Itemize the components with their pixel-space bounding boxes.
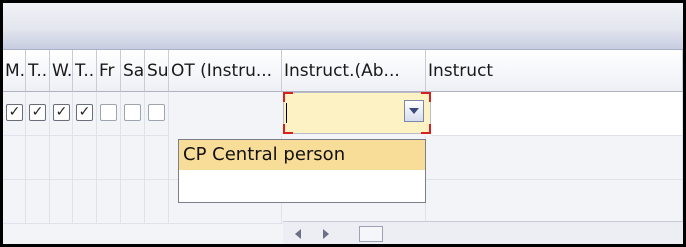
checkbox-thursday[interactable]: ✓ — [76, 104, 93, 121]
dropdown-list: CP Central person — [178, 139, 426, 203]
checkbox-monday[interactable]: ✓ — [6, 104, 23, 121]
cell[interactable] — [121, 136, 145, 180]
column-header-instruct-ab[interactable]: Instruct.(Ab... — [282, 50, 426, 92]
column-header-wednesday[interactable]: W. — [50, 50, 73, 92]
cell-wednesday: ✓ — [50, 92, 73, 136]
cell-tuesday: ✓ — [26, 92, 50, 136]
cell[interactable] — [3, 180, 26, 224]
cell[interactable] — [26, 180, 50, 224]
cell[interactable] — [426, 136, 683, 180]
cell[interactable] — [121, 180, 145, 224]
cell[interactable] — [26, 136, 50, 180]
column-header-instruct[interactable]: Instruct — [426, 50, 683, 92]
column-header-sunday[interactable]: Su — [145, 50, 169, 92]
cell[interactable] — [145, 180, 169, 224]
column-header-friday[interactable]: Fr — [97, 50, 121, 92]
cell-saturday — [121, 92, 145, 136]
horizontal-scrollbar[interactable] — [283, 221, 683, 244]
scrollbar-thumb[interactable] — [359, 226, 383, 242]
ot-instruction-combo[interactable] — [283, 92, 431, 134]
cell[interactable] — [97, 136, 121, 180]
dropdown-button[interactable] — [404, 100, 424, 122]
focus-corner — [421, 124, 431, 134]
cell-monday: ✓ — [3, 92, 26, 136]
checkbox-sunday[interactable] — [148, 104, 165, 121]
column-header-ot-instruction[interactable]: OT (Instru... — [169, 50, 282, 92]
cell[interactable] — [3, 136, 26, 180]
column-header-monday[interactable]: M. — [3, 50, 26, 92]
arrow-right-icon[interactable] — [323, 229, 329, 239]
chevron-down-icon — [409, 108, 419, 114]
cell[interactable] — [426, 180, 683, 224]
checkbox-friday[interactable] — [100, 104, 117, 121]
column-header-saturday[interactable]: Sa — [121, 50, 145, 92]
cell[interactable] — [50, 180, 73, 224]
checkbox-saturday[interactable] — [124, 104, 141, 121]
column-header-thursday[interactable]: T.. — [73, 50, 97, 92]
grid-window: M. T.. W. T.. Fr Sa Su OT (Instru... Ins… — [0, 0, 686, 247]
checkbox-tuesday[interactable]: ✓ — [29, 104, 46, 121]
toolbar-band — [3, 3, 683, 50]
cell-friday — [97, 92, 121, 136]
cell-sunday — [145, 92, 169, 136]
cell[interactable] — [97, 180, 121, 224]
focus-corner — [421, 92, 431, 102]
cell[interactable] — [145, 136, 169, 180]
focus-corner — [283, 92, 293, 102]
cell[interactable] — [73, 180, 97, 224]
dropdown-option-central-person[interactable]: CP Central person — [179, 140, 425, 170]
cell[interactable] — [73, 136, 97, 180]
column-header-tuesday[interactable]: T.. — [26, 50, 50, 92]
cell-instruct[interactable] — [431, 92, 683, 136]
arrow-left-icon[interactable] — [295, 229, 301, 239]
dropdown-option-empty[interactable] — [179, 170, 425, 202]
text-caret — [286, 103, 287, 123]
cell-thursday: ✓ — [73, 92, 97, 136]
focus-corner — [283, 124, 293, 134]
checkbox-wednesday[interactable]: ✓ — [53, 104, 70, 121]
cell[interactable] — [50, 136, 73, 180]
